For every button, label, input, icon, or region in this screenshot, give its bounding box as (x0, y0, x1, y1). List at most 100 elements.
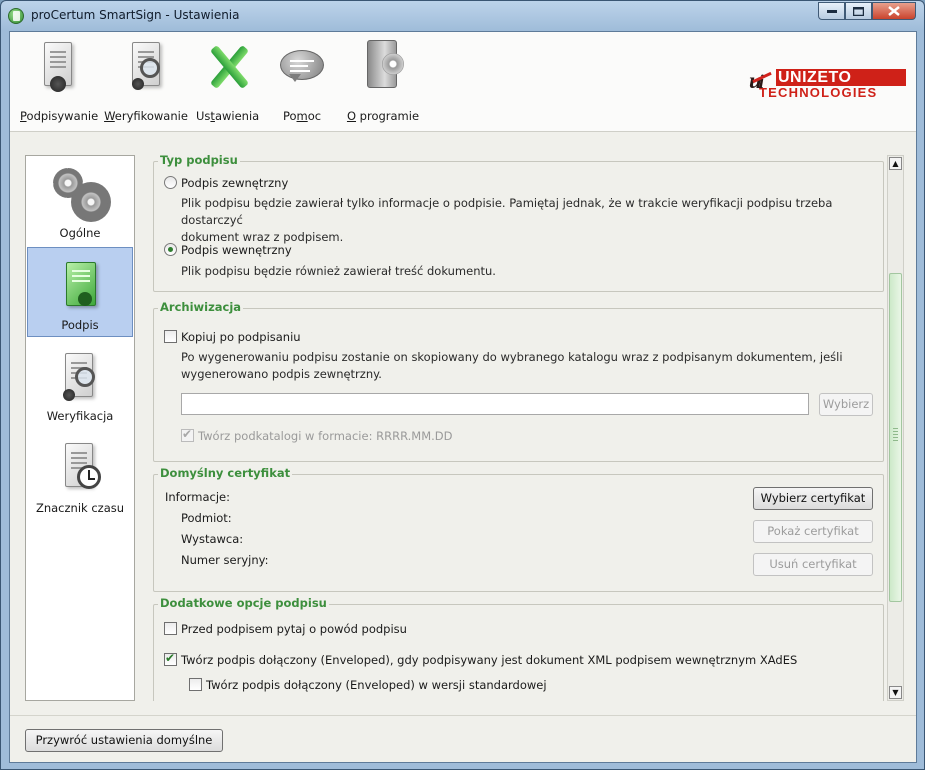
nav-label-signature: Podpis (61, 318, 99, 332)
client-area: Podpisywanie Weryfikowanie Ustawienia Po… (9, 31, 917, 763)
subdirs-checkbox[interactable] (181, 427, 194, 442)
archive-title: Archiwizacja (158, 300, 244, 314)
main-toolbar: Podpisywanie Weryfikowanie Ustawienia Po… (10, 32, 916, 132)
app-icon (8, 8, 24, 24)
archive-desc-line2: wygenerowano podpis zewnętrzny. (181, 367, 382, 381)
about-disc-icon (355, 38, 411, 100)
scroll-thumb[interactable] (889, 273, 902, 602)
ask-reason-checkbox[interactable] (164, 622, 177, 635)
enveloped-checkbox[interactable] (164, 651, 177, 666)
sign-document-icon (30, 38, 86, 100)
certificate-title: Domyślny certyfikat (158, 466, 293, 480)
ask-reason-row[interactable]: Przed podpisem pytaj o powód podpisu (164, 622, 407, 636)
cert-info-label: Informacje: (165, 490, 231, 504)
ask-reason-label: Przed podpisem pytaj o powód podpisu (181, 622, 407, 636)
nav-label-timestamp: Znacznik czasu (35, 501, 125, 515)
minimize-icon (826, 10, 837, 13)
signature-type-group: Typ podpisu Podpis zewnętrzny Plik podpi… (153, 155, 884, 292)
radio-external-signature[interactable]: Podpis zewnętrzny (164, 176, 288, 190)
enveloped-standard-row[interactable]: Twórz podpis dołączony (Enveloped) w wer… (189, 678, 547, 692)
extra-options-title: Dodatkowe opcje podpisu (158, 596, 329, 610)
external-label: Podpis zewnętrzny (181, 176, 289, 190)
default-certificate-group: Domyślny certyfikat Informacje: Podmiot:… (153, 466, 884, 592)
subdirs-checkbox-row[interactable]: Twórz podkatalogi w formacie: RRRR.MM.DD (181, 427, 453, 443)
settings-label-a: Us (196, 109, 211, 123)
verify-document-icon (55, 351, 107, 403)
internal-label: Podpis wewnętrzny (181, 243, 292, 257)
unizeto-logo: ui UNIZETO TECHNOLOGIES (749, 68, 909, 102)
signed-document-icon (56, 260, 108, 312)
enveloped-standard-label: Twórz podpis dołączony (Enveloped) w wer… (206, 678, 547, 692)
settings-window: proCertum SmartSign - Ustawienia Podpisy… (0, 0, 925, 770)
toolbar-about-button[interactable]: O programie (346, 38, 420, 123)
radio-external[interactable] (164, 176, 177, 189)
settings-label-b: awienia (214, 109, 260, 123)
internal-description: Plik podpisu będzie również zawierał tre… (181, 264, 496, 278)
copy-after-sign-label: Kopiuj po podpisaniu (181, 330, 301, 344)
remove-certificate-button[interactable]: Usuń certyfikat (753, 553, 873, 576)
radio-internal-signature[interactable]: Podpis wewnętrzny (164, 243, 292, 257)
window-controls (818, 2, 916, 20)
nav-item-general[interactable]: Ogólne (27, 156, 133, 246)
timestamp-icon (55, 443, 107, 495)
close-button[interactable] (872, 2, 916, 20)
archive-browse-button[interactable]: Wybierz (819, 393, 873, 416)
archive-desc-line1: Po wygenerowaniu podpisu zostanie on sko… (181, 350, 843, 364)
cert-subject-label: Podmiot: (181, 511, 232, 525)
vertical-scrollbar[interactable]: ▲ ▼ (887, 155, 904, 701)
scroll-down-arrow-icon[interactable]: ▼ (889, 686, 902, 699)
archive-description: Po wygenerowaniu podpisu zostanie on sko… (181, 349, 843, 383)
show-certificate-button[interactable]: Pokaż certyfikat (753, 520, 873, 543)
about-mnemonic: O (346, 109, 357, 123)
scroll-up-arrow-icon[interactable]: ▲ (889, 157, 902, 170)
maximize-icon (853, 6, 864, 16)
about-label: programie (356, 109, 420, 123)
footer-bar: Przywróć ustawienia domyślne (10, 715, 916, 763)
nav-label-general: Ogólne (59, 226, 101, 240)
maximize-button[interactable] (845, 2, 872, 20)
minimize-button[interactable] (818, 2, 845, 20)
window-title: proCertum SmartSign - Ustawienia (31, 8, 240, 22)
radio-internal[interactable] (164, 243, 177, 256)
signature-type-title: Typ podpisu (158, 155, 240, 167)
logo-name: UNIZETO (776, 69, 906, 86)
external-description: Plik podpisu będzie zawierał tylko infor… (181, 195, 883, 246)
gears-icon (53, 168, 111, 222)
tools-icon (199, 38, 255, 100)
nav-item-signature[interactable]: Podpis (27, 247, 133, 337)
enveloped-row[interactable]: Twórz podpis dołączony (Enveloped), gdy … (164, 651, 798, 667)
nav-item-verification[interactable]: Weryfikacja (27, 339, 133, 429)
subdirs-label: Twórz podkatalogi w formacie: RRRR.MM.DD (198, 429, 453, 443)
nav-label-verification: Weryfikacja (46, 409, 114, 423)
restore-defaults-button[interactable]: Przywróć ustawienia domyślne (25, 729, 223, 752)
toolbar-settings-button[interactable]: Ustawienia (196, 38, 260, 123)
title-bar[interactable]: proCertum SmartSign - Ustawienia (1, 1, 924, 31)
toolbar-sign-button[interactable]: Podpisywanie (20, 38, 99, 123)
enveloped-label: Twórz podpis dołączony (Enveloped), gdy … (181, 653, 798, 667)
verify-label: eryfikowanie (114, 109, 188, 123)
cert-issuer-label: Wystawca: (181, 532, 244, 546)
nav-item-timestamp[interactable]: Znacznik czasu (27, 431, 133, 521)
sign-label: odpisywanie (26, 109, 99, 123)
close-icon (888, 6, 900, 16)
verify-mnemonic: W (104, 109, 115, 123)
settings-category-list: Ogólne Podpis Weryfikacja Znacznik czasu (25, 155, 135, 701)
external-desc-line1: Plik podpisu będzie zawierał tylko infor… (181, 196, 833, 227)
help-label-a: Po (282, 109, 297, 123)
extra-options-group: Dodatkowe opcje podpisu Przed podpisem p… (153, 596, 884, 701)
logo-subtitle: TECHNOLOGIES (759, 85, 878, 100)
help-mnemonic: m (296, 109, 308, 123)
archive-path-input[interactable] (181, 393, 809, 415)
copy-after-sign-checkbox[interactable] (164, 330, 177, 343)
select-certificate-button[interactable]: Wybierz certyfikat (753, 487, 873, 510)
help-label-b: oc (307, 109, 322, 123)
settings-panel: Typ podpisu Podpis zewnętrzny Plik podpi… (149, 155, 885, 701)
copy-after-sign-checkbox-row[interactable]: Kopiuj po podpisaniu (164, 330, 301, 344)
toolbar-verify-button[interactable]: Weryfikowanie (104, 38, 188, 123)
speech-bubble-icon (274, 38, 330, 100)
toolbar-help-button[interactable]: Pomoc (274, 38, 330, 123)
archive-group: Archiwizacja Kopiuj po podpisaniu Po wyg… (153, 300, 884, 462)
cert-serial-label: Numer seryjny: (181, 553, 269, 567)
verify-document-icon (118, 38, 174, 100)
enveloped-standard-checkbox[interactable] (189, 678, 202, 691)
